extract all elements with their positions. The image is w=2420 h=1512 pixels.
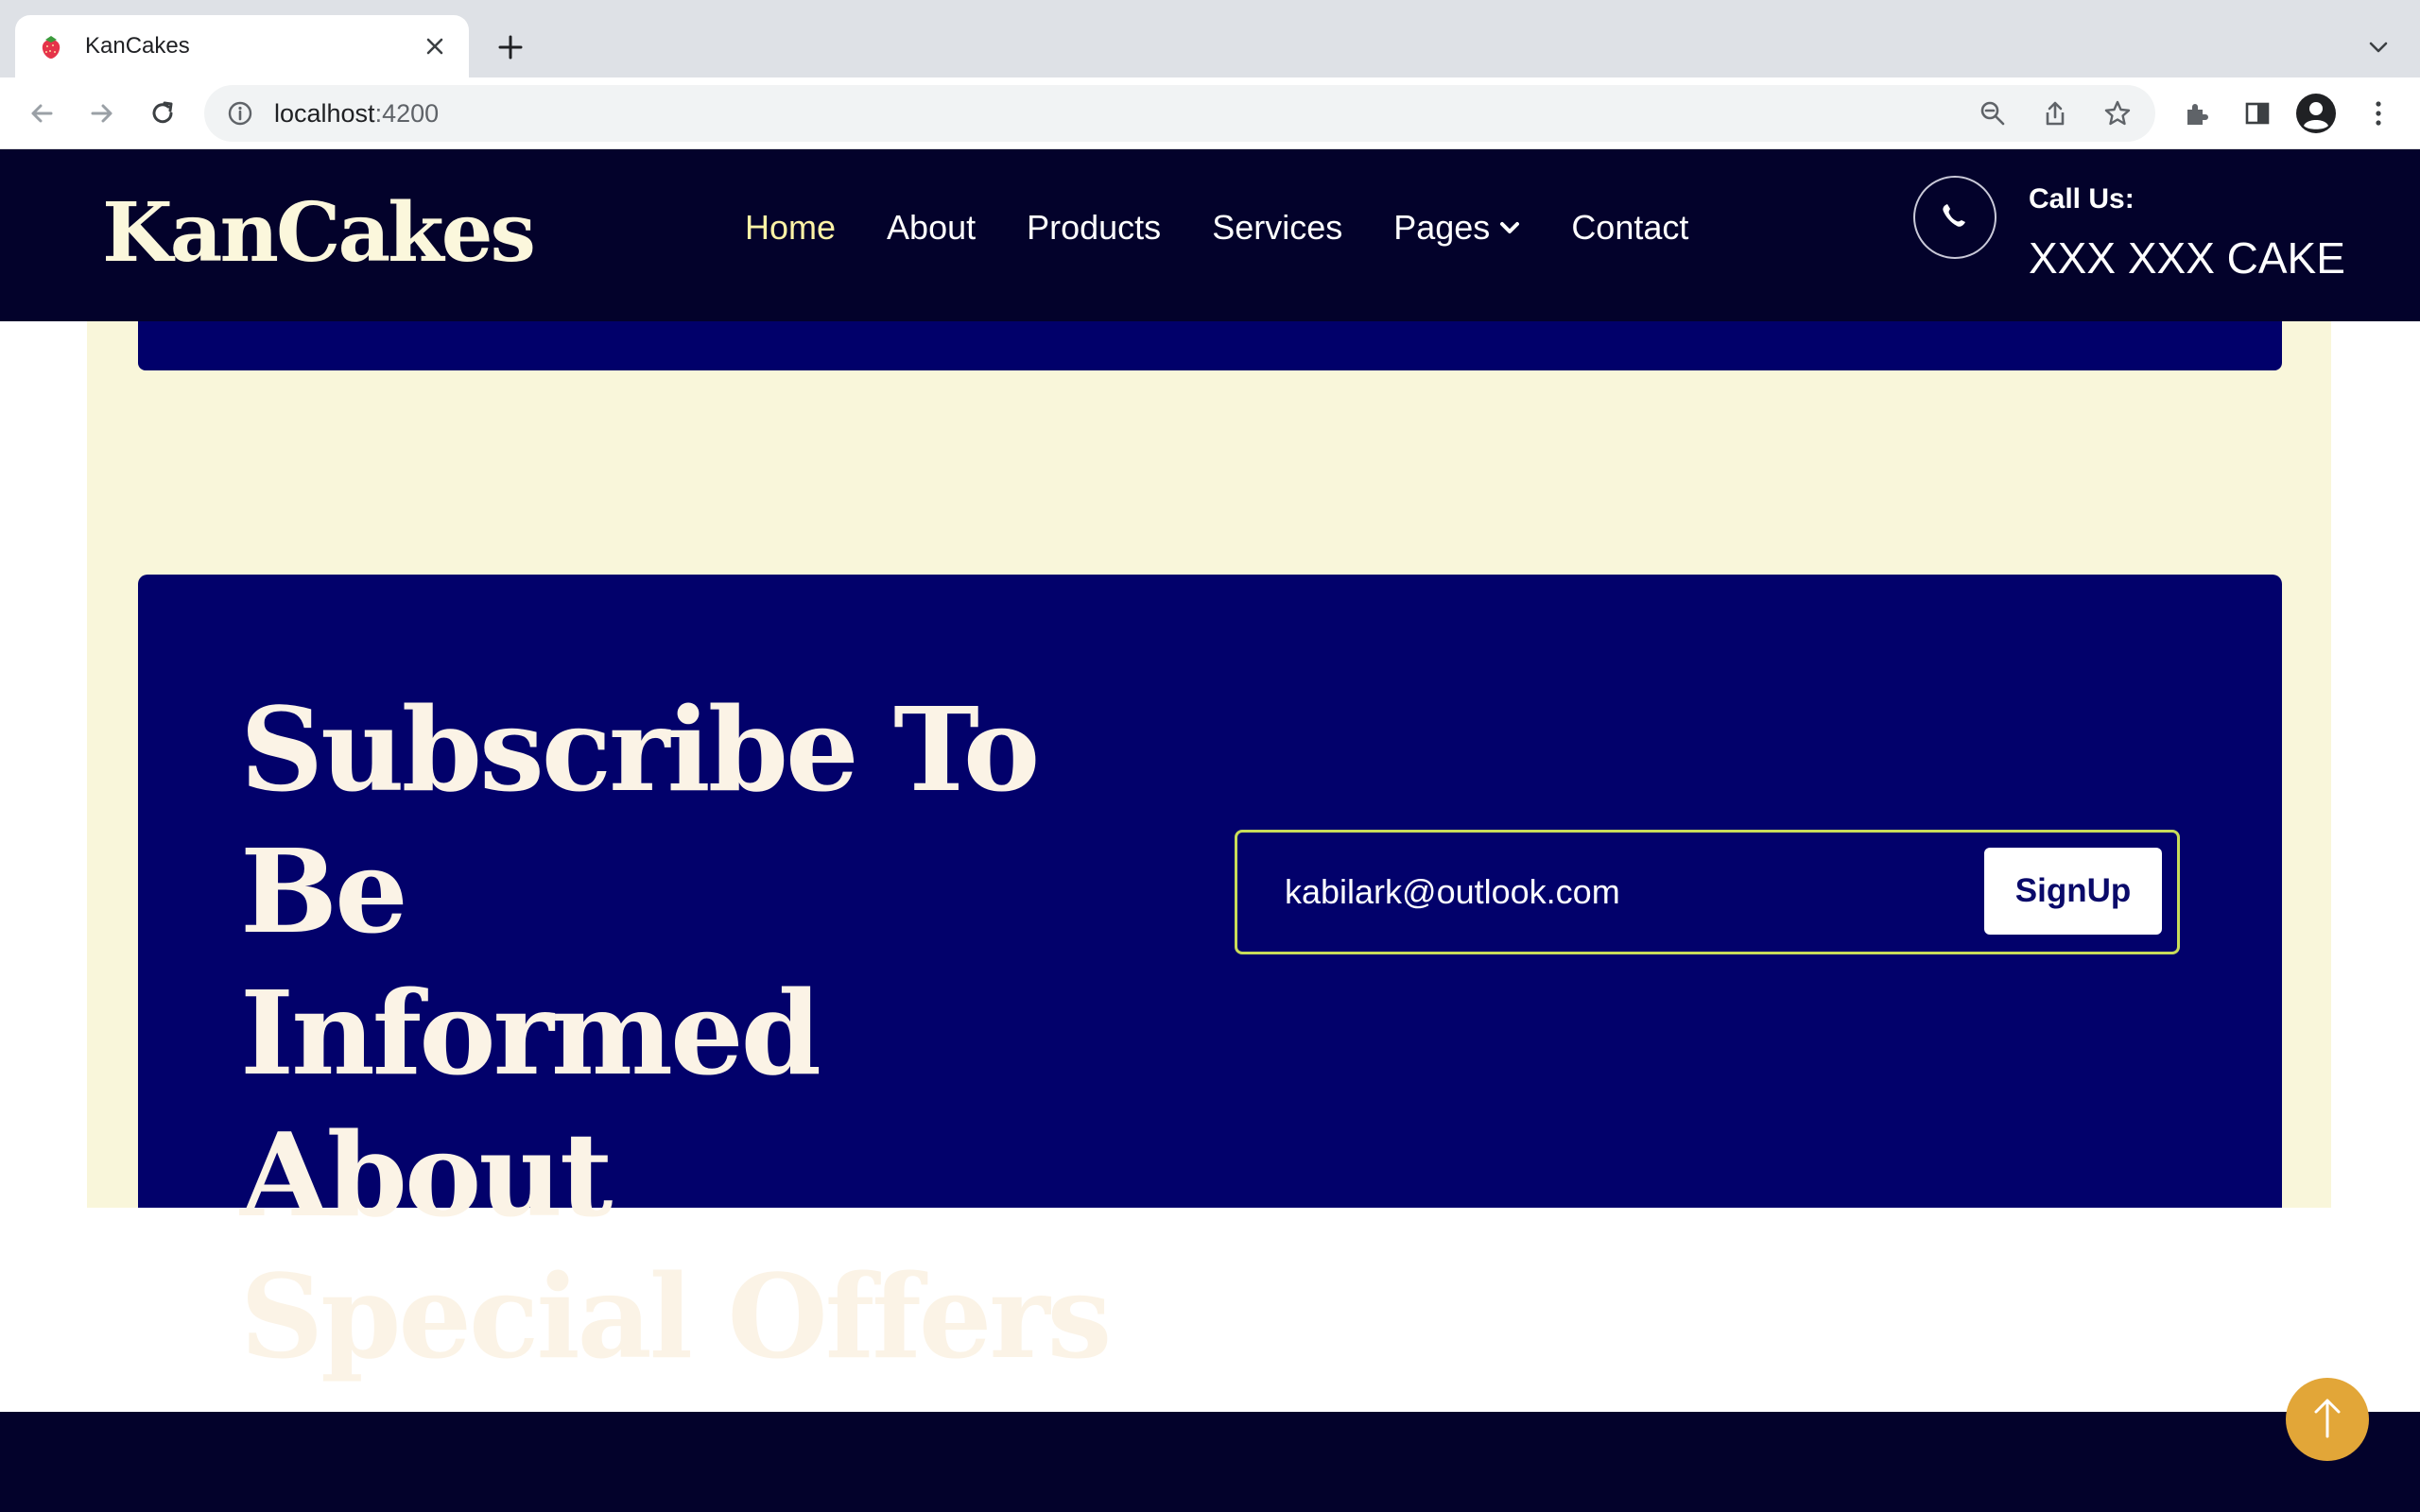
nav-link-products[interactable]: Products xyxy=(1027,208,1161,248)
previous-card-bottom xyxy=(138,321,2282,370)
phone-icon-circle[interactable] xyxy=(1913,176,1996,259)
subscribe-heading-line-3: Special Offers xyxy=(240,1248,1112,1384)
bookmark-star-icon[interactable] xyxy=(2093,89,2142,138)
nav-link-services[interactable]: Services xyxy=(1212,208,1342,248)
zoom-out-icon[interactable] xyxy=(1968,89,2017,138)
forward-icon[interactable] xyxy=(78,89,127,138)
url-host: localhost xyxy=(274,98,375,128)
address-url: localhost:4200 xyxy=(274,99,439,129)
subscribe-heading: Subscribe To Be Informed About Special O… xyxy=(240,679,1223,1387)
close-icon[interactable] xyxy=(420,31,450,61)
subscribe-card: Subscribe To Be Informed About Special O… xyxy=(138,575,2282,1384)
call-us-number[interactable]: XXX XXX CAKE xyxy=(2029,232,2345,284)
phone-icon xyxy=(1937,198,1973,238)
profile-icon[interactable] xyxy=(2291,89,2341,138)
signup-button[interactable]: SignUp xyxy=(1984,848,2162,935)
site-footer xyxy=(0,1412,2420,1512)
nav-link-contact[interactable]: Contact xyxy=(1571,208,1688,248)
menu-icon[interactable] xyxy=(2354,89,2403,138)
back-to-top-button[interactable] xyxy=(2286,1378,2369,1461)
extensions-icon[interactable] xyxy=(2172,89,2221,138)
nav-link-pages-label: Pages xyxy=(1393,208,1491,247)
main-nav: Home About Products Services Pages Conta… xyxy=(745,208,1739,248)
address-bar[interactable]: localhost:4200 xyxy=(204,85,2155,142)
browser-toolbar: localhost:4200 xyxy=(0,77,2420,149)
nav-link-home[interactable]: Home xyxy=(745,208,836,248)
subscribe-heading-line-1: Subscribe To Be xyxy=(240,681,1040,959)
subscribe-form: SignUp xyxy=(1235,830,2180,954)
side-panel-icon[interactable] xyxy=(2233,89,2282,138)
info-icon[interactable] xyxy=(225,98,255,129)
strawberry-icon xyxy=(36,31,66,61)
chevron-down-icon xyxy=(1499,220,1520,235)
site-header: KanCakes Home About Products Services Pa… xyxy=(0,149,2420,321)
nav-link-pages[interactable]: Pages xyxy=(1393,208,1520,248)
nav-link-about[interactable]: About xyxy=(887,208,976,248)
back-icon[interactable] xyxy=(17,89,66,138)
site-logo[interactable]: KanCakes xyxy=(102,185,536,281)
reload-icon[interactable] xyxy=(138,89,187,138)
browser-tab[interactable]: KanCakes xyxy=(15,15,469,77)
subscribe-heading-line-2: Informed About xyxy=(240,965,821,1243)
tab-search-icon[interactable] xyxy=(2356,25,2401,70)
share-icon[interactable] xyxy=(2031,89,2080,138)
url-port: :4200 xyxy=(374,98,440,128)
arrow-up-icon xyxy=(2308,1395,2346,1445)
tab-title: KanCakes xyxy=(85,33,190,59)
browser-tab-strip: KanCakes xyxy=(0,0,2420,77)
email-field[interactable] xyxy=(1285,859,1946,925)
call-us-label: Call Us: xyxy=(2029,183,2135,215)
new-tab-icon[interactable] xyxy=(488,25,533,70)
